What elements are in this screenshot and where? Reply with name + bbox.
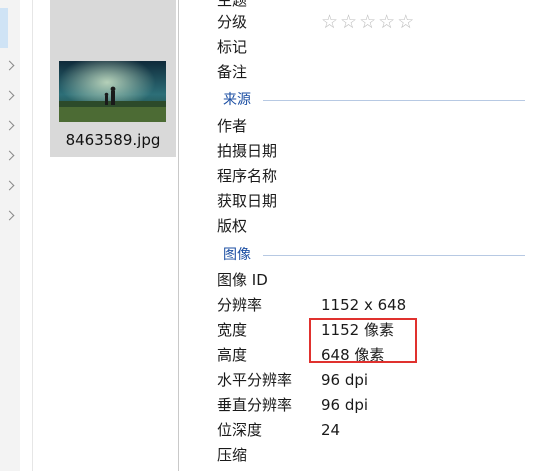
property-label: 位深度: [217, 421, 263, 439]
star-empty-icon[interactable]: ☆: [397, 11, 416, 33]
property-label: 版权: [217, 217, 248, 235]
chevron-right-icon[interactable]: [4, 150, 15, 161]
property-label: 分辨率: [217, 296, 263, 314]
chevron-right-icon[interactable]: [4, 60, 15, 71]
property-label: 主题: [217, 0, 248, 9]
rating-stars[interactable]: ☆☆☆☆☆: [321, 11, 416, 33]
chevron-right-icon[interactable]: [4, 210, 15, 221]
section-divider: [263, 100, 525, 101]
chevron-right-icon[interactable]: [4, 180, 15, 191]
section-header-origin: 来源: [223, 90, 525, 110]
property-value[interactable]: 24: [321, 419, 340, 441]
property-label: 水平分辨率: [217, 371, 293, 389]
property-value[interactable]: 96 dpi: [321, 394, 368, 416]
star-empty-icon[interactable]: ☆: [340, 11, 359, 33]
selected-nav-indicator: [0, 8, 8, 48]
property-label: 标记: [217, 38, 248, 56]
chevron-right-icon[interactable]: [4, 90, 15, 101]
section-header-image: 图像: [223, 245, 525, 265]
star-empty-icon[interactable]: ☆: [359, 11, 378, 33]
property-label: 高度: [217, 346, 248, 364]
property-label: 宽度: [217, 321, 248, 339]
property-label: 图像 ID: [217, 271, 268, 289]
property-label: 备注: [217, 63, 248, 81]
property-label: 拍摄日期: [217, 142, 278, 160]
property-label: 垂直分辨率: [217, 396, 293, 414]
property-label: 程序名称: [217, 167, 278, 185]
image-thumbnail[interactable]: [59, 61, 166, 122]
star-empty-icon[interactable]: ☆: [321, 11, 340, 33]
property-value[interactable]: 1152 x 648: [321, 294, 406, 316]
property-label: 获取日期: [217, 192, 278, 210]
scroll-gutter: [20, 0, 32, 471]
properties-details-panel: 主题 分级 ☆☆☆☆☆ 标记 备注 来源 作者 拍摄日期 程序名称 获取日期 版…: [178, 0, 543, 471]
property-label: 压缩: [217, 446, 248, 464]
property-label: 作者: [217, 117, 248, 135]
chevron-right-icon[interactable]: [4, 120, 15, 131]
section-divider: [263, 255, 525, 256]
property-value[interactable]: 96 dpi: [321, 369, 368, 391]
highlight-box: [309, 318, 417, 363]
file-name-label[interactable]: 8463589.jpg: [50, 131, 176, 149]
property-label: 分级: [217, 13, 248, 31]
section-title: 来源: [223, 92, 251, 108]
section-title: 图像: [223, 247, 251, 263]
navigation-pane[interactable]: [0, 0, 21, 471]
star-empty-icon[interactable]: ☆: [378, 11, 397, 33]
